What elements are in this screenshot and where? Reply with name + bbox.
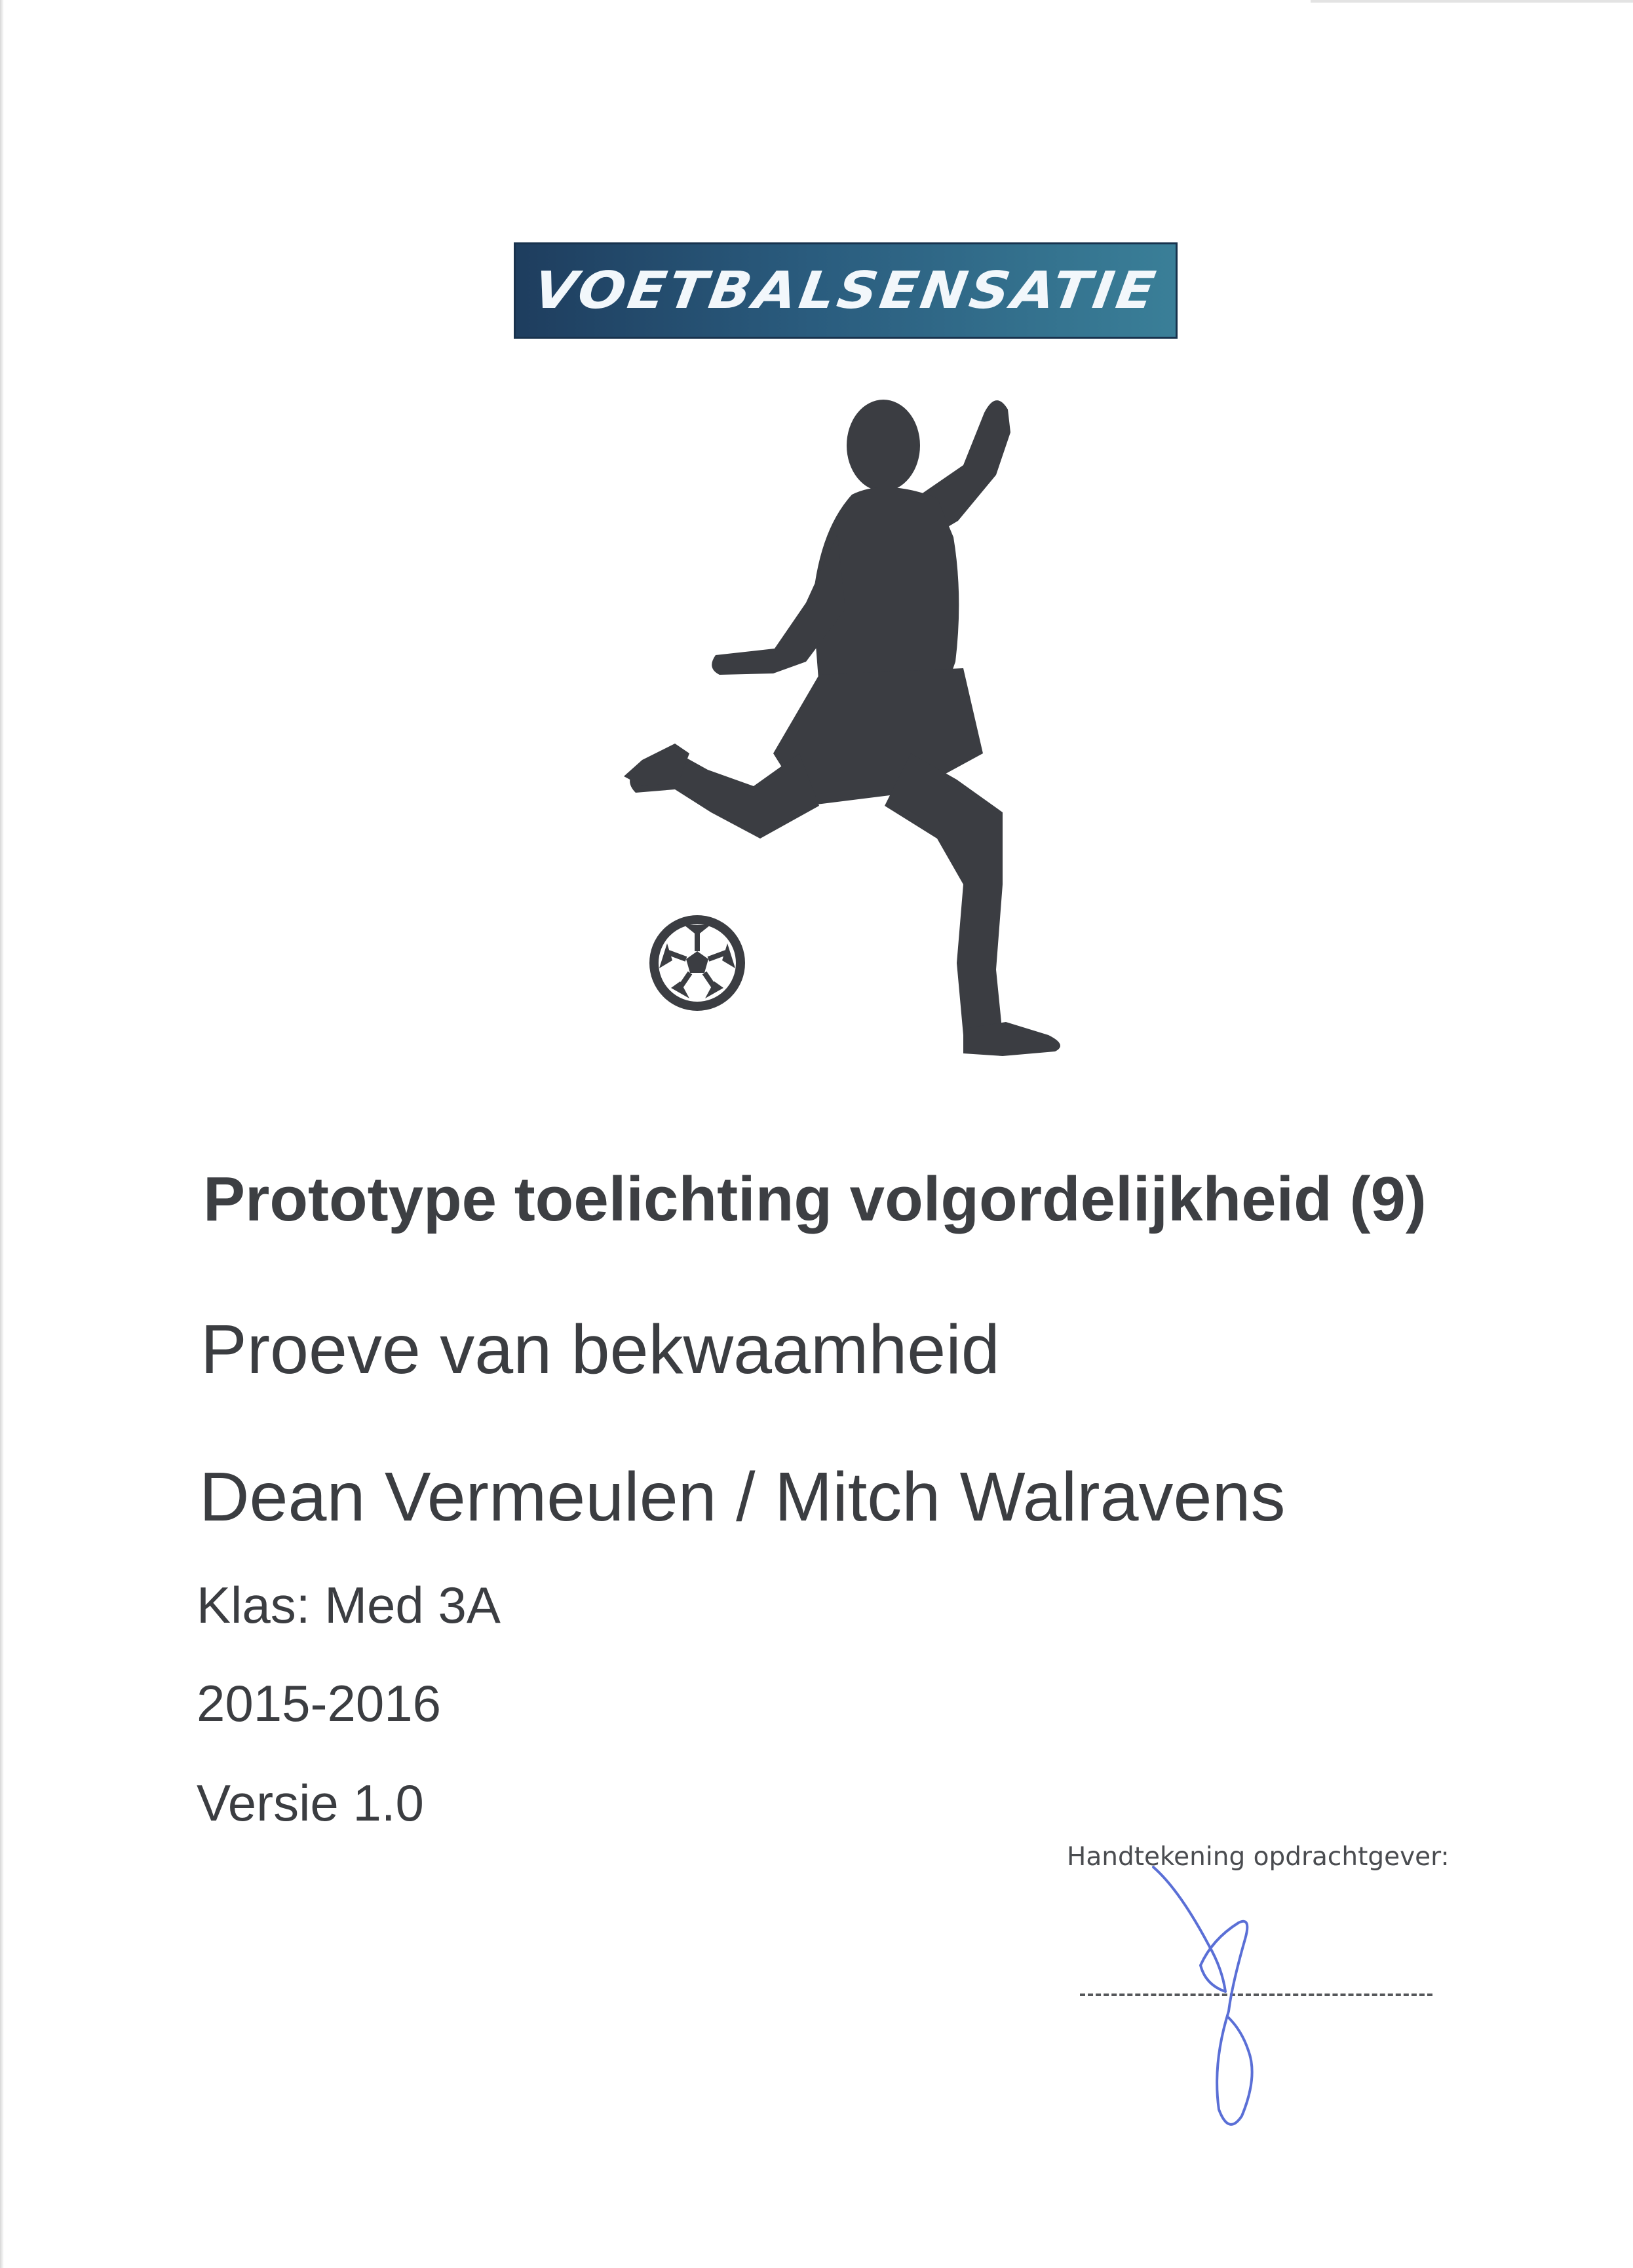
handwritten-signature	[1152, 1866, 1254, 2126]
document-version: Versie 1.0	[197, 1774, 424, 1832]
footballer-silhouette-icon	[624, 400, 1060, 1056]
scan-page-edge-left	[0, 0, 4, 2268]
document-title: Prototype toelichting volgordelijkheid (…	[203, 1164, 1427, 1234]
document-subtitle: Proeve van bekwaamheid	[201, 1311, 1000, 1388]
logo-banner: VOETBALSENSATIE	[514, 242, 1178, 339]
document-class: Klas: Med 3A	[197, 1576, 501, 1634]
scan-page-edge-top	[1311, 0, 1633, 3]
document-year: 2015-2016	[197, 1674, 442, 1732]
document-authors: Dean Vermeulen / Mitch Walravens	[199, 1458, 1286, 1536]
logo-text: VOETBALSENSATIE	[529, 261, 1162, 320]
